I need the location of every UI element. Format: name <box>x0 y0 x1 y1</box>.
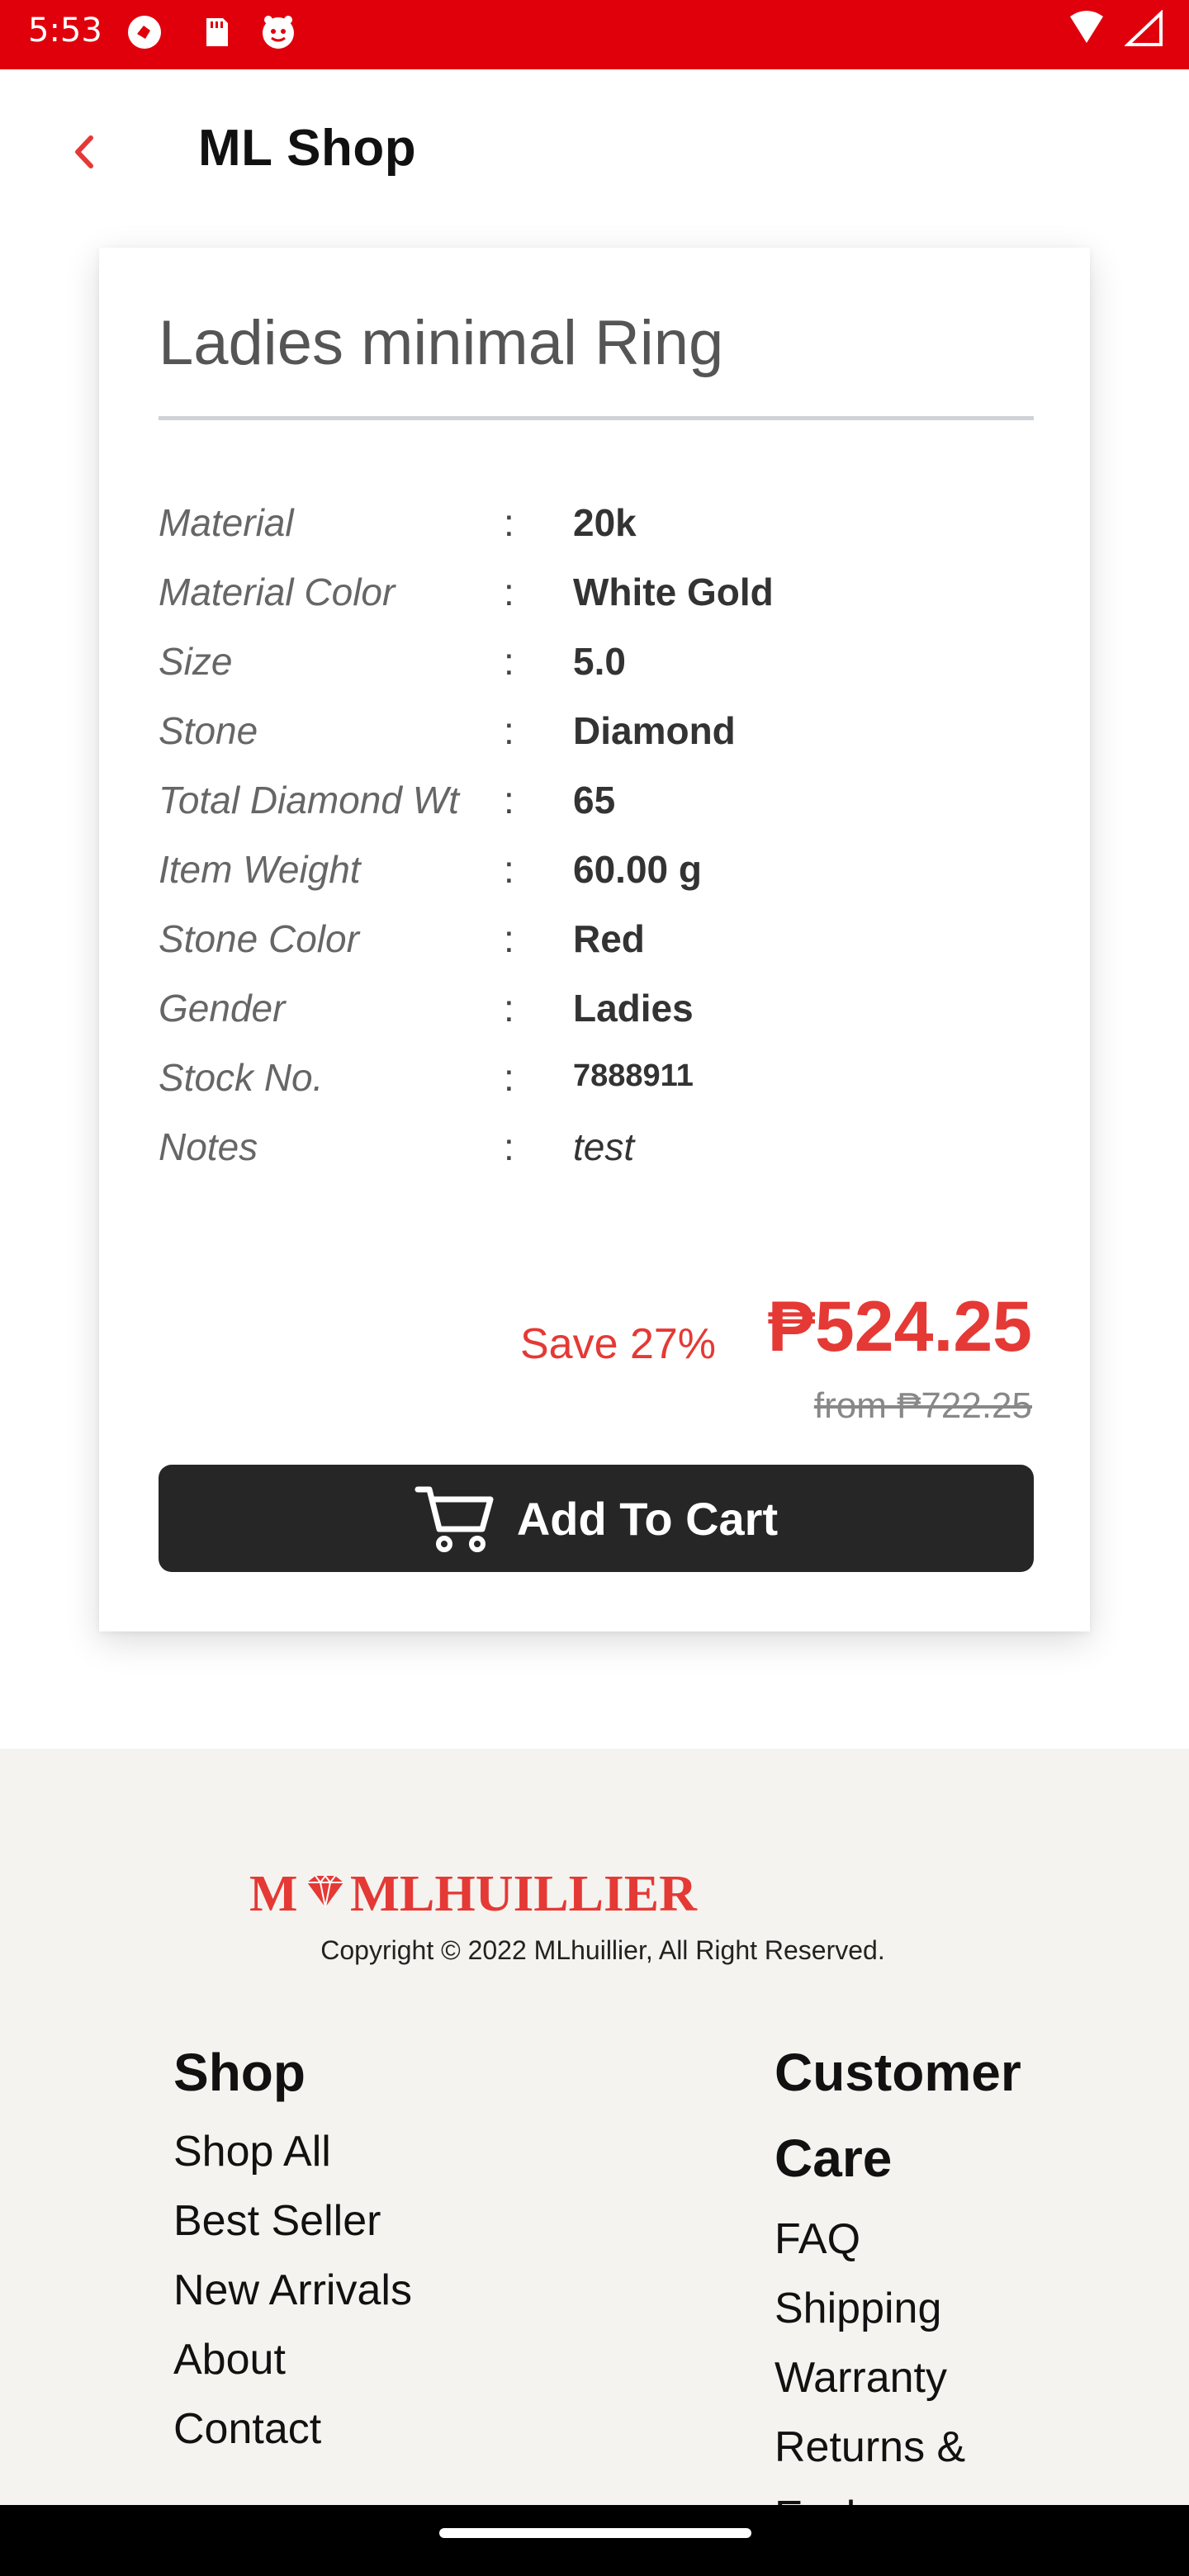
customer-care-heading: Customer <box>775 2043 1021 2102</box>
spec-label: Stone <box>159 709 258 752</box>
shop-heading: Shop <box>173 2043 306 2102</box>
spec-label: Gender <box>159 987 286 1030</box>
spec-value: 60.00 g <box>573 848 702 891</box>
product-name: Ladies minimal Ring <box>159 308 724 378</box>
footer-link-shipping[interactable]: Shipping <box>775 2284 941 2333</box>
footer-link-best-seller[interactable]: Best Seller <box>173 2196 381 2246</box>
mlhuillier-logo: M MLHUILLIER <box>249 1866 698 1919</box>
spec-label: Item Weight <box>159 848 361 891</box>
spec-value: Diamond <box>573 709 736 752</box>
wifi-icon <box>1070 11 1103 43</box>
spec-label: Stone Color <box>159 917 359 960</box>
copyright: Copyright © 2022 MLhuillier, All Right R… <box>320 1935 885 1965</box>
back-button[interactable] <box>51 119 117 185</box>
signal-icon <box>1125 10 1163 46</box>
add-to-cart-button[interactable]: Add To Cart <box>159 1465 1034 1572</box>
spec-label: Total Diamond Wt <box>159 779 459 822</box>
add-to-cart-label: Add To Cart <box>516 1492 779 1545</box>
spec-colon: : <box>504 640 514 683</box>
spec-row-stone: Stone : Diamond <box>159 708 1034 778</box>
spec-colon: : <box>504 571 514 613</box>
spec-value: Ladies <box>573 987 694 1030</box>
app-notification-icon <box>128 16 161 49</box>
svg-text:M: M <box>249 1866 298 1919</box>
spec-value: Red <box>573 917 645 960</box>
system-navigation-bar <box>0 2505 1189 2576</box>
status-time: 5:53 <box>28 12 102 50</box>
spec-label: Size <box>159 640 233 683</box>
spec-colon: : <box>504 848 514 891</box>
sale-price: ₱524.25 <box>767 1287 1032 1366</box>
title-divider <box>159 416 1034 420</box>
spec-row-total-diamond-wt: Total Diamond Wt : 65 <box>159 778 1034 847</box>
product-card: Ladies minimal Ring Material : 20k Mater… <box>99 248 1090 1631</box>
spec-colon: : <box>504 917 514 960</box>
spec-row-notes: Notes : test <box>159 1125 1034 1194</box>
footer-link-new-arrivals[interactable]: New Arrivals <box>173 2266 412 2315</box>
sd-card-icon <box>206 18 228 46</box>
spec-label: Material Color <box>159 571 396 613</box>
spec-value: 20k <box>573 501 637 544</box>
chevron-left-icon <box>75 135 93 168</box>
status-bar: 5:53 <box>0 0 1189 69</box>
footer-link-returns[interactable]: Returns & <box>775 2422 965 2472</box>
spec-row-material: Material : 20k <box>159 500 1034 570</box>
spec-label: Material <box>159 501 294 544</box>
spec-colon: : <box>504 501 514 544</box>
spec-value: White Gold <box>573 571 774 613</box>
brand-name: MLHUILLIER <box>350 1866 698 1919</box>
spec-row-stone-color: Stone Color : Red <box>159 916 1034 986</box>
spec-row-item-weight: Item Weight : 60.00 g <box>159 847 1034 916</box>
spec-colon: : <box>504 1056 514 1099</box>
spec-value: 65 <box>573 779 616 822</box>
home-indicator[interactable] <box>439 2528 751 2538</box>
footer-link-about[interactable]: About <box>173 2335 286 2384</box>
spec-value: test <box>573 1125 635 1168</box>
spec-label: Stock No. <box>159 1056 324 1099</box>
spec-row-material-color: Material Color : White Gold <box>159 570 1034 639</box>
status-indicators <box>1067 10 1164 48</box>
original-price: from ₱722.25 <box>813 1385 1032 1426</box>
discount-label: Save 27% <box>520 1320 717 1368</box>
footer: M MLHUILLIER Copyright © 2022 MLhuillier… <box>0 1749 1189 2540</box>
spec-colon: : <box>504 709 514 752</box>
spec-value: 7888911 <box>573 1058 694 1093</box>
footer-link-contact[interactable]: Contact <box>173 2404 321 2454</box>
spec-colon: : <box>504 779 514 822</box>
spec-row-stock-no: Stock No. : 7888911 <box>159 1055 1034 1125</box>
footer-link-faq[interactable]: FAQ <box>775 2214 860 2264</box>
footer-link-warranty[interactable]: Warranty <box>775 2353 947 2403</box>
spec-colon: : <box>504 1125 514 1168</box>
spec-row-size: Size : 5.0 <box>159 639 1034 708</box>
spec-row-gender: Gender : Ladies <box>159 986 1034 1055</box>
spec-label: Notes <box>159 1125 258 1168</box>
app-notification-icon <box>263 16 294 49</box>
app-bar: ML Shop <box>0 69 1189 231</box>
footer-link-shop-all[interactable]: Shop All <box>173 2127 331 2176</box>
page-title: ML Shop <box>198 120 417 177</box>
spec-colon: : <box>504 987 514 1030</box>
customer-care-heading: Care <box>775 2129 893 2188</box>
spec-value: 5.0 <box>573 640 626 683</box>
cart-icon <box>414 1486 494 1552</box>
